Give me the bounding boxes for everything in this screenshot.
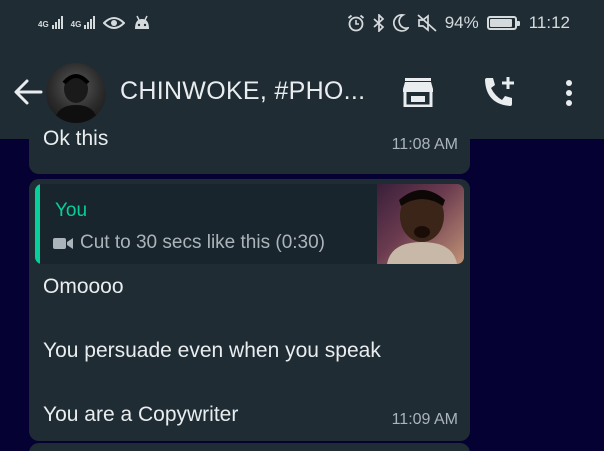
back-arrow-icon[interactable] [13, 78, 43, 106]
quote-text: Cut to 30 secs like this (0:30) [80, 232, 325, 253]
network-type-2: 4G [70, 20, 82, 29]
message-time: 11:08 AM [391, 136, 458, 153]
chat-title[interactable]: CHINWOKE, #PHO... [120, 77, 365, 106]
quote-line: Cut to 30 secs like this (0:30) [53, 232, 325, 254]
avatar[interactable] [46, 63, 106, 123]
eye-icon [103, 16, 126, 29]
quote-author: You [55, 200, 88, 221]
signal-icon: 4G [38, 16, 63, 29]
message-bubble[interactable]: You Cut to 30 secs like this (0:30) Omoo… [29, 179, 470, 441]
message-bubble[interactable]: Ok this 11:08 AM [29, 127, 470, 174]
message-text: Ok this [43, 127, 109, 150]
quoted-message[interactable]: You Cut to 30 secs like this (0:30) [35, 184, 464, 264]
mute-icon [417, 13, 437, 32]
signal-icon-2: 4G [71, 16, 96, 29]
message-line: You persuade even when you speak [43, 339, 381, 362]
message-bubble-partial[interactable] [29, 443, 470, 451]
alarm-icon [347, 14, 364, 31]
video-thumbnail[interactable] [377, 184, 464, 264]
video-camera-icon [53, 237, 73, 249]
message-line: You are a Copywriter [43, 403, 239, 426]
add-call-icon[interactable] [482, 75, 516, 109]
quote-accent-bar [35, 184, 40, 264]
moon-icon [392, 13, 409, 32]
message-line: Omoooo [43, 275, 124, 298]
status-left: 4G 4G [38, 15, 151, 31]
android-icon [135, 15, 150, 29]
status-bar: 4G 4G 94% 11:12 [0, 0, 604, 45]
store-icon[interactable] [402, 77, 434, 107]
chat-header: CHINWOKE, #PHO... [0, 45, 604, 139]
more-vert-icon[interactable] [563, 79, 575, 107]
battery-percent: 94% [444, 12, 479, 32]
network-type-1: 4G [38, 20, 49, 29]
message-time: 11:09 AM [391, 411, 458, 428]
status-right: 94% 11:12 [347, 13, 570, 33]
battery-icon [486, 15, 520, 30]
bluetooth-icon [373, 13, 384, 32]
chat-area[interactable]: Ok this 11:08 AM You Cut to 30 secs like… [0, 127, 604, 451]
clock: 11:12 [528, 12, 570, 32]
